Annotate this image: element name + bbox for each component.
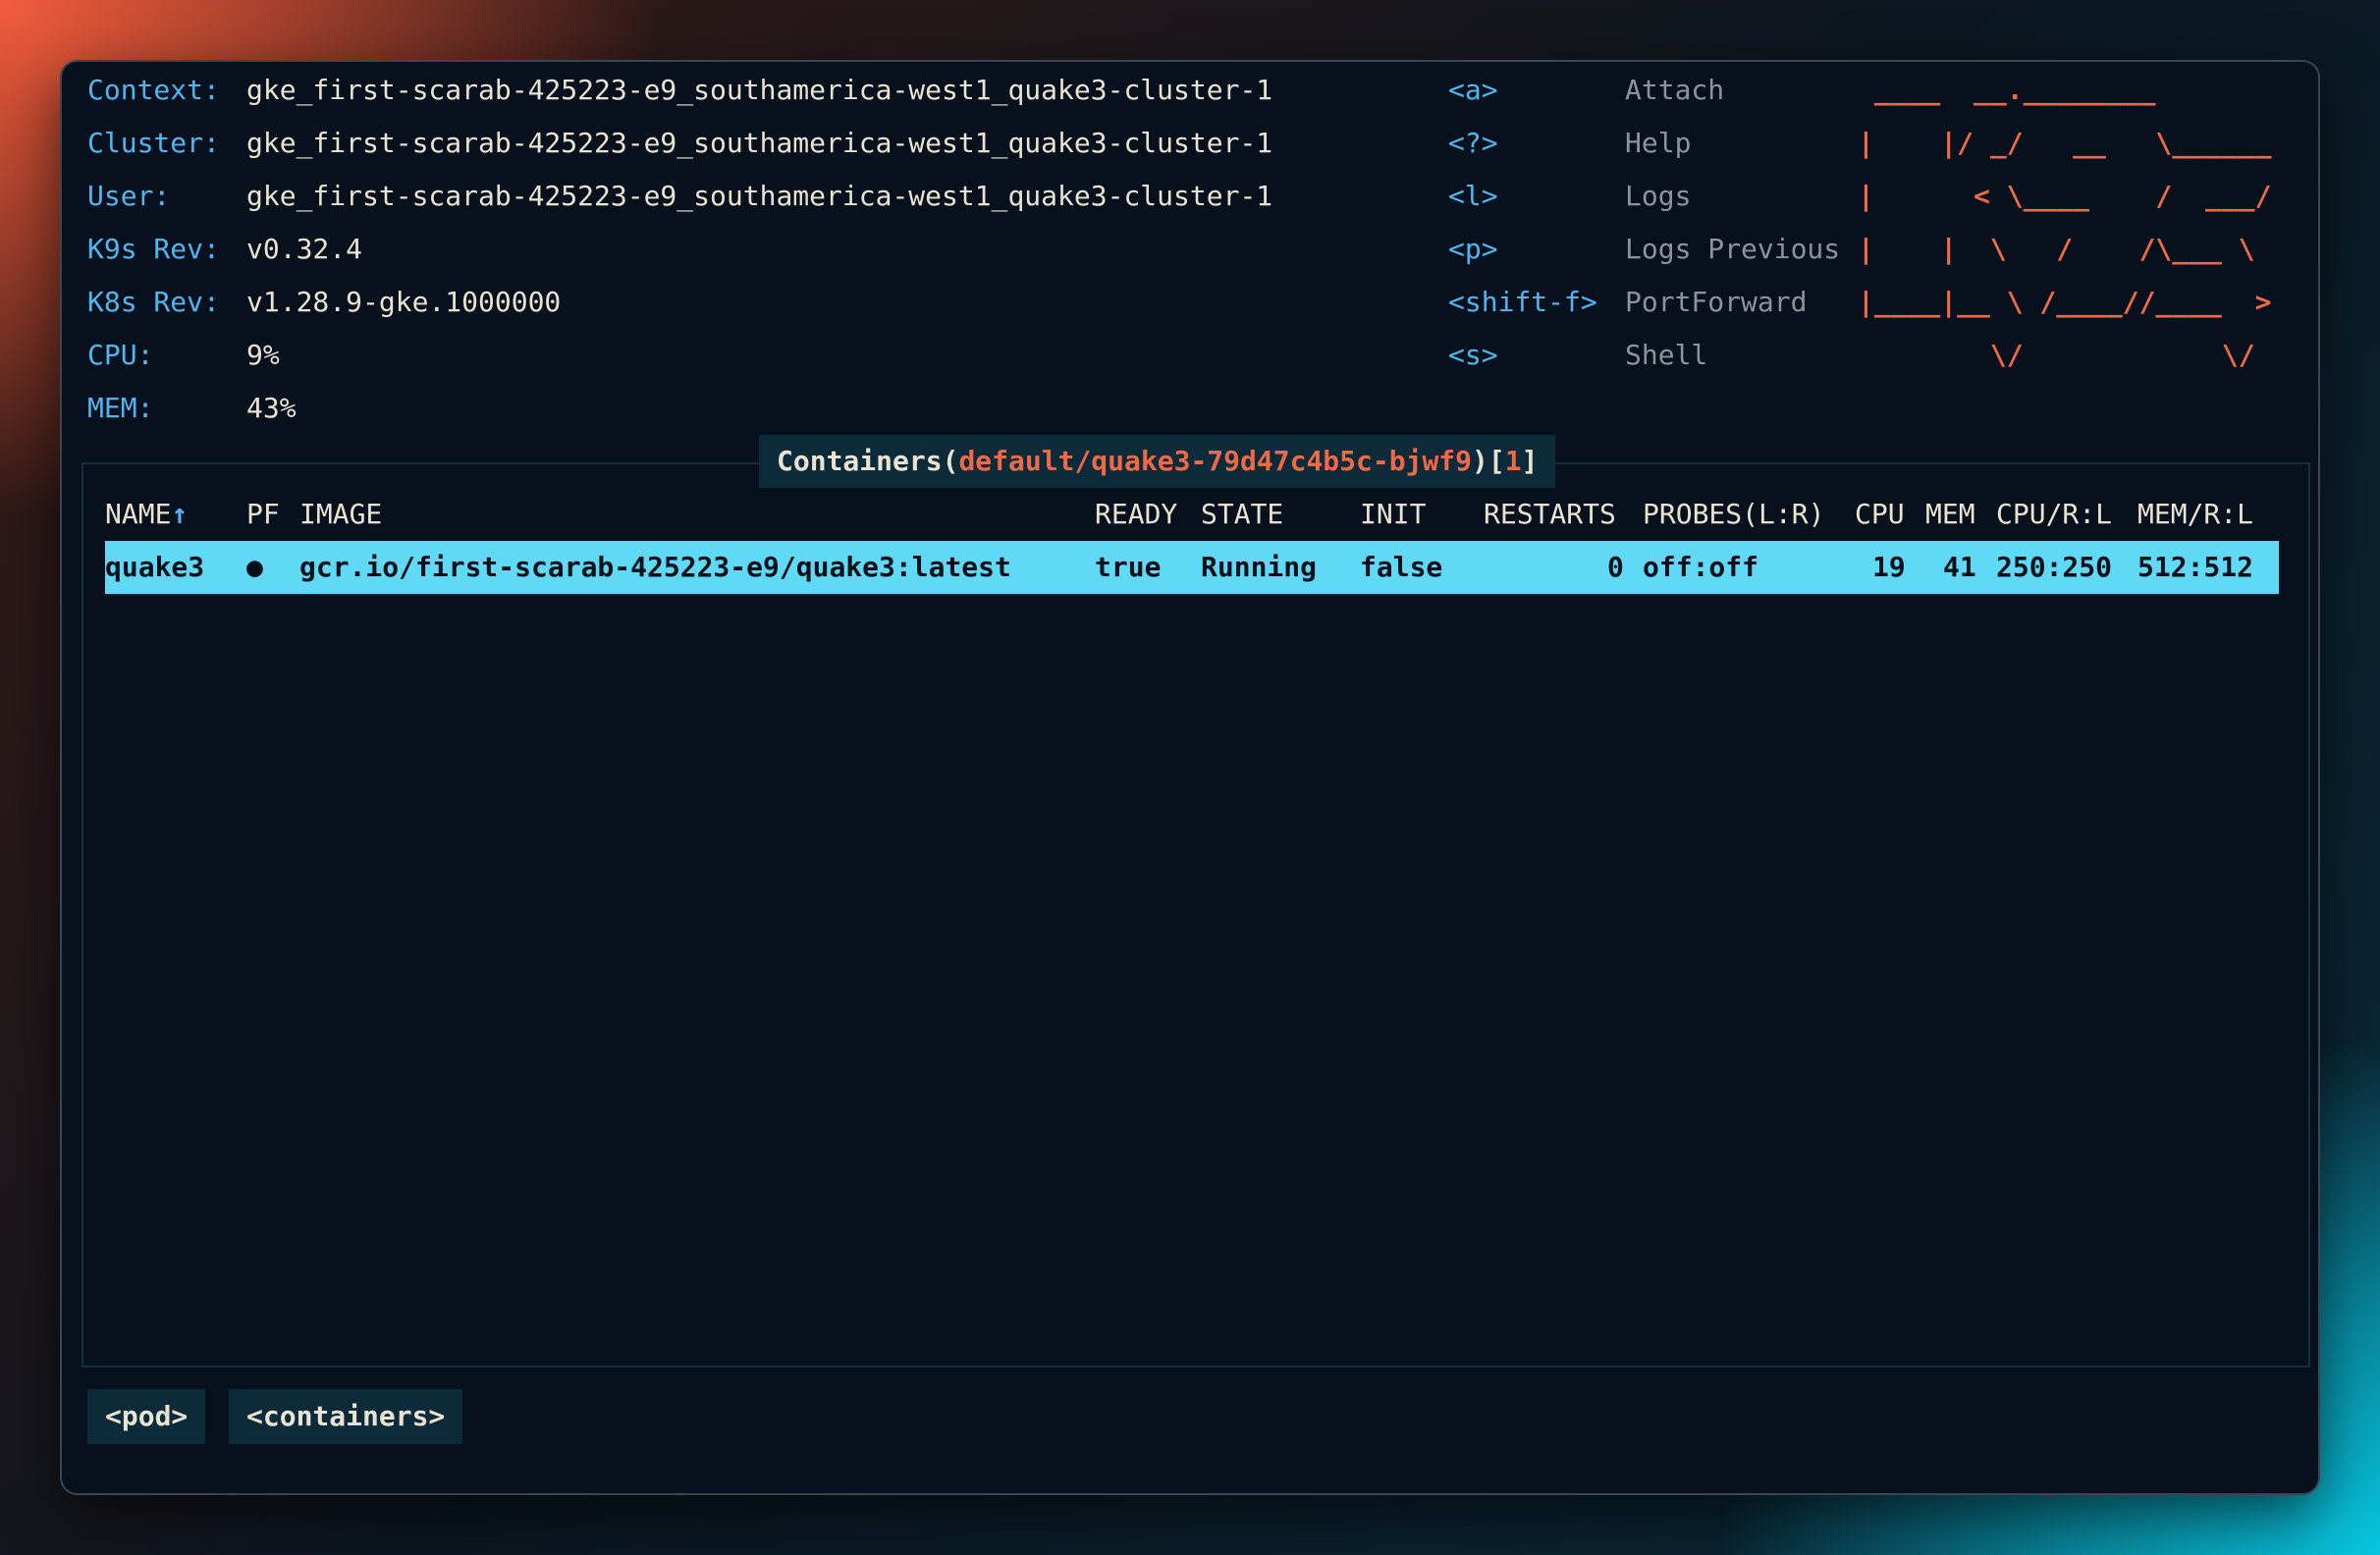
shortcut-portforward-label[interactable]: PortForward (1625, 276, 1807, 329)
shortcut-help-label[interactable]: Help (1625, 117, 1691, 170)
cell-ready: true (1095, 551, 1162, 583)
col-state-header[interactable]: STATE (1201, 488, 1283, 541)
cpu-value: 9% (246, 339, 280, 371)
logo-line: | < \____ / ___/ (1858, 180, 2272, 212)
col-init-header[interactable]: INIT (1360, 488, 1426, 541)
cell-restarts: 0 (1607, 551, 1624, 583)
col-cpu-rl-header[interactable]: CPU/R:L (1996, 488, 2112, 541)
sort-ascending-icon: ↑ (171, 498, 189, 530)
breadcrumb-pod[interactable]: <pod> (87, 1389, 206, 1444)
mem-label: MEM: (87, 392, 154, 424)
panel-title-suffix: ] (1521, 445, 1539, 477)
cell-mem-rl: 512:512 (2137, 551, 2254, 583)
shortcut-logs-key[interactable]: <l> (1448, 170, 1498, 223)
cluster-label: Cluster: (87, 127, 220, 159)
cluster-value: gke_first-scarab-425223-e9_southamerica-… (246, 127, 1273, 159)
shortcut-portforward-key[interactable]: <shift-f> (1448, 276, 1597, 329)
user-value: gke_first-scarab-425223-e9_southamerica-… (246, 180, 1273, 212)
logo-line: | |/ _/ __ \______ (1858, 127, 2272, 159)
logo-line: |____|__ \ /____//____ > (1858, 286, 2272, 318)
cell-init: false (1360, 551, 1443, 583)
logo-line: | | \ / /\___ \ (1858, 233, 2272, 265)
panel-title-mid: )[ (1472, 445, 1505, 477)
cell-state: Running (1201, 551, 1318, 583)
shortcut-shell-label[interactable]: Shell (1625, 329, 1707, 382)
col-name-header[interactable]: NAME↑ (105, 488, 188, 541)
shortcut-help-key[interactable]: <?> (1448, 117, 1498, 170)
col-mem-rl-header[interactable]: MEM/R:L (2137, 488, 2253, 541)
shortcut-logs-previous-key[interactable]: <p> (1448, 223, 1498, 276)
panel-title-prefix: Containers( (777, 445, 959, 477)
col-ready-header[interactable]: READY (1095, 488, 1177, 541)
panel-title: Containers(default/quake3-79d47c4b5c-bjw… (759, 435, 1556, 488)
cpu-label: CPU: (87, 339, 154, 371)
mem-value: 43% (246, 392, 297, 424)
shortcut-logs-previous-label[interactable]: Logs Previous (1625, 223, 1840, 276)
cell-cpu-rl: 250:250 (1996, 551, 2113, 583)
cell-name: quake3 (105, 551, 205, 583)
logo-line: ____ __.________ (1858, 74, 2272, 106)
col-probes-header[interactable]: PROBES(L:R) (1643, 488, 1824, 541)
col-mem-header[interactable]: MEM (1925, 488, 1975, 541)
context-value: gke_first-scarab-425223-e9_southamerica-… (246, 74, 1273, 106)
breadcrumb-containers[interactable]: <containers> (229, 1389, 463, 1444)
col-pf-header[interactable]: PF (246, 488, 280, 541)
k8s-rev-value: v1.28.9-gke.1000000 (246, 286, 562, 318)
col-restarts-header[interactable]: RESTARTS (1484, 488, 1616, 541)
shortcut-logs-label[interactable]: Logs (1625, 170, 1691, 223)
panel-count: 1 (1504, 445, 1522, 477)
col-cpu-header[interactable]: CPU (1855, 488, 1905, 541)
shortcut-attach-key[interactable]: <a> (1448, 64, 1498, 117)
col-image-header[interactable]: IMAGE (299, 488, 382, 541)
cell-image: gcr.io/first-scarab-425223-e9/quake3:lat… (299, 551, 1011, 583)
k8s-rev-label: K8s Rev: (87, 286, 220, 318)
k9s-rev-value: v0.32.4 (246, 233, 363, 265)
k9s-rev-label: K9s Rev: (87, 233, 220, 265)
panel-namespace-path: default/quake3-79d47c4b5c-bjwf9 (958, 445, 1473, 477)
containers-panel (81, 462, 2310, 1367)
logo-line: \/ \/ (1858, 339, 2272, 371)
port-forward-indicator-icon: ● (246, 551, 263, 583)
k9s-terminal-window: Context: gke_first-scarab-425223-e9_sout… (60, 60, 2320, 1495)
user-label: User: (87, 180, 171, 212)
shortcut-attach-label[interactable]: Attach (1625, 64, 1724, 117)
table-row[interactable]: quake3 ● gcr.io/first-scarab-425223-e9/q… (105, 541, 2279, 594)
cell-mem: 41 (1943, 551, 1976, 583)
cell-probes: off:off (1643, 551, 1759, 583)
cell-cpu: 19 (1872, 551, 1906, 583)
context-label: Context: (87, 74, 220, 106)
shortcut-shell-key[interactable]: <s> (1448, 329, 1498, 382)
col-name-text: NAME (105, 498, 172, 530)
